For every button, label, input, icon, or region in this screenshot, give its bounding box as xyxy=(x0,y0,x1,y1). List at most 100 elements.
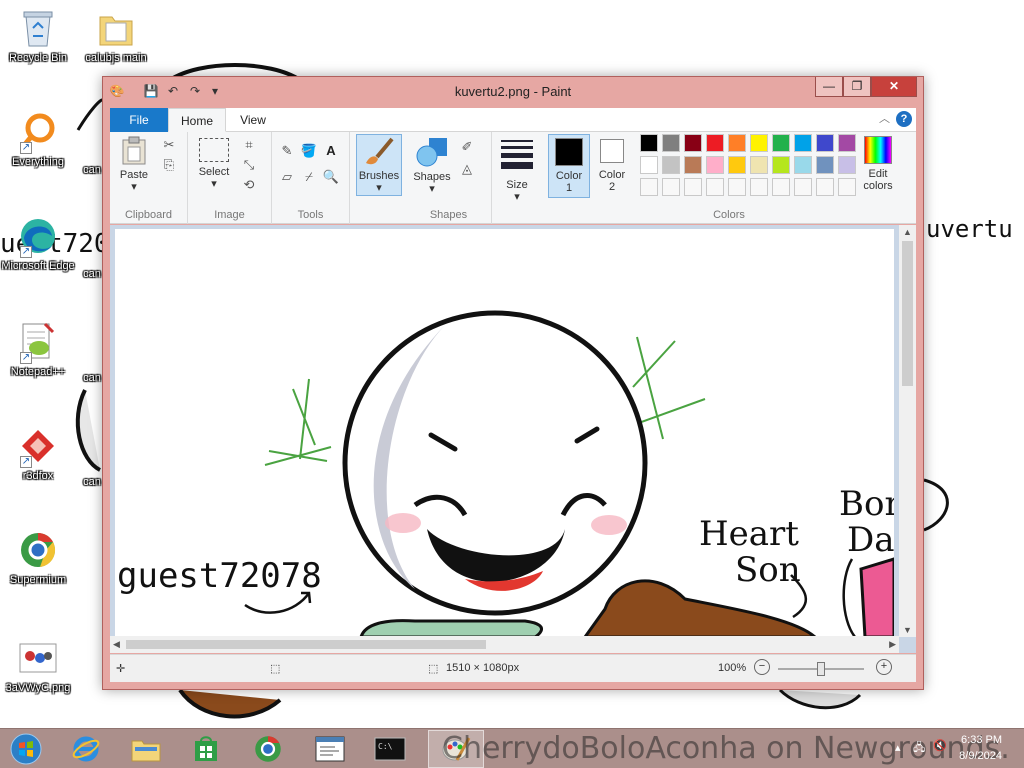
crop-icon[interactable]: ⌗ xyxy=(240,136,258,154)
desktop-icon-label: r3dfox xyxy=(22,470,54,482)
scroll-right-icon[interactable]: ▶ xyxy=(889,639,896,650)
palette-swatch[interactable] xyxy=(728,178,746,196)
pencil-icon[interactable]: ✎ xyxy=(278,142,296,160)
desktop-icon-recycle-bin[interactable]: Recycle Bin xyxy=(0,6,76,65)
eraser-icon[interactable]: ▱ xyxy=(278,168,296,186)
desktop-icon-everything[interactable]: ↗ Everything xyxy=(0,110,76,169)
taskbar-supermium[interactable] xyxy=(240,730,296,768)
shape-fill-icon[interactable]: ◬ xyxy=(458,160,476,178)
taskbar-command-prompt[interactable]: C:\ xyxy=(362,730,418,768)
palette-swatch[interactable] xyxy=(750,178,768,196)
palette-swatch[interactable] xyxy=(816,178,834,196)
zoom-in-button[interactable]: + xyxy=(876,659,892,675)
tab-file[interactable]: File xyxy=(110,108,168,132)
maximize-button[interactable]: ❐ xyxy=(843,77,871,97)
desktop-icon-notepadpp[interactable]: ↗ Notepad++ xyxy=(0,320,76,379)
edit-colors-button[interactable]: Edit colors xyxy=(856,134,900,192)
folder-icon xyxy=(96,6,136,50)
size-button[interactable]: Size ▾ xyxy=(498,136,536,203)
canvas-area: guest72078 Heart Son Bon Da ▲ ▼ ◀ ▶ xyxy=(110,225,916,653)
paste-button[interactable]: Paste ▾ xyxy=(116,136,152,193)
resize-icon[interactable]: ⤡ xyxy=(240,156,258,174)
palette-swatch[interactable] xyxy=(728,156,746,174)
taskbar-store[interactable] xyxy=(178,730,234,768)
palette-swatch[interactable] xyxy=(750,156,768,174)
text-tool-icon[interactable]: A xyxy=(322,142,340,160)
palette-swatch[interactable] xyxy=(662,156,680,174)
tab-view[interactable]: View xyxy=(228,108,278,132)
canvas-heart-text-2: Son xyxy=(735,550,801,590)
help-icon[interactable]: ? xyxy=(896,111,912,127)
palette-swatch[interactable] xyxy=(772,134,790,152)
color2-button[interactable]: Color 2 xyxy=(592,134,632,198)
taskbar-file-explorer[interactable] xyxy=(118,730,174,768)
copy-icon[interactable]: ⎘ xyxy=(160,156,178,174)
palette-swatch[interactable] xyxy=(662,178,680,196)
palette-swatch[interactable] xyxy=(684,178,702,196)
clock-date[interactable]: 8/9/2024 xyxy=(959,750,1002,762)
desktop-icon-r3dfox[interactable]: ↗ r3dfox xyxy=(0,424,76,483)
start-button[interactable] xyxy=(6,731,46,767)
palette-swatch[interactable] xyxy=(684,156,702,174)
select-button[interactable]: Select ▾ xyxy=(194,138,234,190)
zoom-slider-thumb[interactable] xyxy=(817,662,825,676)
volume-muted-icon[interactable]: 🔇 xyxy=(933,739,947,752)
horizontal-scroll-thumb[interactable] xyxy=(126,640,486,649)
palette-swatch[interactable] xyxy=(794,156,812,174)
fill-bucket-icon[interactable]: 🪣 xyxy=(300,142,318,160)
minimize-button[interactable]: — xyxy=(815,77,843,97)
palette-swatch[interactable] xyxy=(816,134,834,152)
palette-swatch[interactable] xyxy=(684,134,702,152)
shapes-button[interactable]: Shapes ▾ xyxy=(410,136,454,195)
vertical-scrollbar[interactable]: ▲ ▼ xyxy=(899,225,916,637)
desktop-icon-edge[interactable]: ↗ Microsoft Edge xyxy=(0,214,76,273)
brushes-button[interactable]: Brushes ▾ xyxy=(356,134,402,196)
palette-swatch[interactable] xyxy=(706,134,724,152)
rotate-icon[interactable]: ⟲ xyxy=(240,176,258,194)
title-bar[interactable]: 🎨 💾 ↶ ↷ ▾ kuvertu2.png - Paint — ❐ ✕ xyxy=(103,77,923,107)
vertical-scroll-thumb[interactable] xyxy=(902,241,913,386)
clock-time[interactable]: 6:33 PM xyxy=(961,734,1002,746)
horizontal-scrollbar[interactable]: ◀ ▶ xyxy=(110,636,899,653)
tab-home[interactable]: Home xyxy=(168,108,226,132)
drawing-canvas[interactable]: guest72078 Heart Son Bon Da xyxy=(115,229,894,637)
magnifier-icon[interactable]: 🔍 xyxy=(322,168,340,186)
palette-swatch[interactable] xyxy=(838,178,856,196)
network-icon[interactable]: 🖧 xyxy=(913,739,925,758)
zoom-out-button[interactable]: − xyxy=(754,659,770,675)
palette-swatch[interactable] xyxy=(772,156,790,174)
close-button[interactable]: ✕ xyxy=(871,77,917,97)
taskbar-internet-explorer[interactable] xyxy=(58,730,114,768)
scroll-left-icon[interactable]: ◀ xyxy=(113,639,120,650)
zoom-slider[interactable] xyxy=(778,662,864,676)
select-rectangle-icon xyxy=(199,138,229,162)
desktop-icon-supermium[interactable]: Supermium xyxy=(0,528,76,587)
palette-swatch[interactable] xyxy=(838,156,856,174)
desktop-icon-folder[interactable]: calubjs main xyxy=(78,6,154,65)
palette-swatch[interactable] xyxy=(640,178,658,196)
scroll-up-icon[interactable]: ▲ xyxy=(903,227,912,237)
palette-swatch[interactable] xyxy=(794,178,812,196)
palette-swatch[interactable] xyxy=(640,156,658,174)
palette-swatch[interactable] xyxy=(750,134,768,152)
palette-swatch[interactable] xyxy=(706,178,724,196)
palette-swatch[interactable] xyxy=(794,134,812,152)
desktop-icon-label: Recycle Bin xyxy=(8,52,68,64)
palette-swatch[interactable] xyxy=(706,156,724,174)
collapse-ribbon-icon[interactable]: ︿ xyxy=(879,110,890,126)
desktop-icon-image-file[interactable]: 3aVWyC.png xyxy=(0,636,76,695)
outline-icon[interactable]: ✐ xyxy=(458,138,476,156)
palette-swatch[interactable] xyxy=(816,156,834,174)
palette-swatch[interactable] xyxy=(838,134,856,152)
color-picker-icon[interactable]: ⌿ xyxy=(300,168,318,186)
scroll-down-icon[interactable]: ▼ xyxy=(903,625,912,635)
color1-button[interactable]: Color 1 xyxy=(548,134,590,198)
palette-swatch[interactable] xyxy=(728,134,746,152)
cut-icon[interactable]: ✂ xyxy=(160,136,178,154)
palette-swatch[interactable] xyxy=(772,178,790,196)
palette-swatch[interactable] xyxy=(662,134,680,152)
edit-colors-label-line1: Edit xyxy=(868,168,888,180)
tray-overflow-icon[interactable]: ▴ xyxy=(895,741,901,754)
palette-swatch[interactable] xyxy=(640,134,658,152)
taskbar-notepad[interactable] xyxy=(302,730,358,768)
